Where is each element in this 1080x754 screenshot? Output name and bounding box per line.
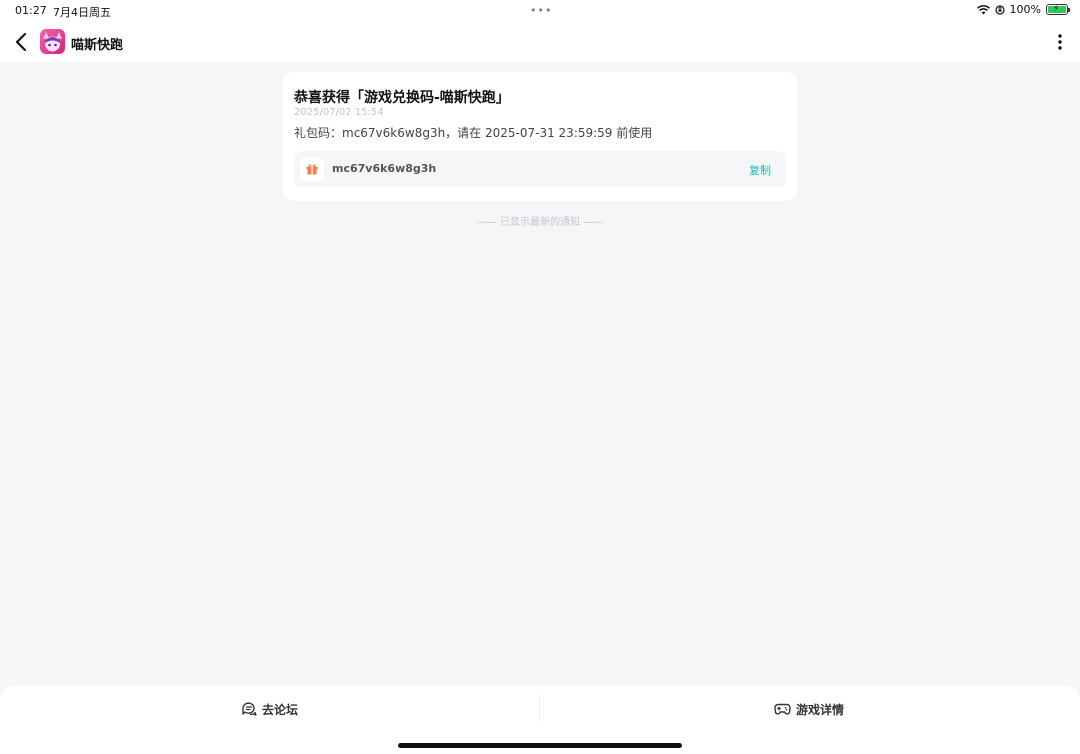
page-title: 喵斯快跑	[71, 38, 124, 53]
chat-bubbles-icon	[242, 702, 257, 716]
more-vertical-icon[interactable]	[1056, 32, 1064, 52]
notification-description: 礼包码：mc67v6k6w8g3h，请在 2025-07-31 23:59:59…	[294, 126, 653, 140]
go-forum-label: 去论坛	[262, 702, 299, 717]
orientation-lock-icon	[994, 4, 1005, 15]
charging-bolt-icon: ⚡	[1053, 4, 1060, 14]
notification-card: 恭喜获得「游戏兑换码-喵斯快跑」 2025/07/02 15:54 礼包码：mc…	[283, 72, 797, 201]
status-time: 01:27	[15, 4, 47, 17]
app-logo-icon	[40, 29, 65, 54]
notification-title: 恭喜获得「游戏兑换码-喵斯快跑」	[294, 90, 510, 106]
nav-bar: 喵斯快跑	[0, 22, 1080, 62]
battery-percent: 100%	[1009, 3, 1041, 16]
bottom-bar-divider	[539, 694, 540, 722]
home-indicator[interactable]	[398, 743, 682, 748]
wifi-icon	[976, 4, 990, 14]
copy-button[interactable]: 复制	[749, 162, 771, 178]
chevron-left-icon[interactable]	[12, 30, 32, 54]
gift-icon	[300, 157, 324, 181]
gift-code: mc67v6k6w8g3h	[332, 162, 437, 175]
notification-time: 2025/07/02 15:54	[294, 107, 384, 118]
gift-code-box: mc67v6k6w8g3h 复制	[294, 151, 786, 187]
battery-icon: ⚡	[1046, 4, 1070, 15]
status-indicators: 100% ⚡	[976, 3, 1070, 16]
gamepad-icon	[774, 703, 791, 715]
game-detail-button[interactable]: 游戏详情	[774, 698, 844, 720]
game-detail-label: 游戏详情	[796, 702, 845, 717]
multitasking-dots[interactable]: •••	[530, 4, 552, 17]
end-of-list-note: —— 已显示最新的通知 ——	[476, 217, 604, 228]
go-forum-button[interactable]: 去论坛	[241, 698, 298, 720]
status-date: 7月4日周五	[53, 6, 111, 19]
status-bar: 01:27 7月4日周五 ••• 100% ⚡	[0, 0, 1080, 22]
